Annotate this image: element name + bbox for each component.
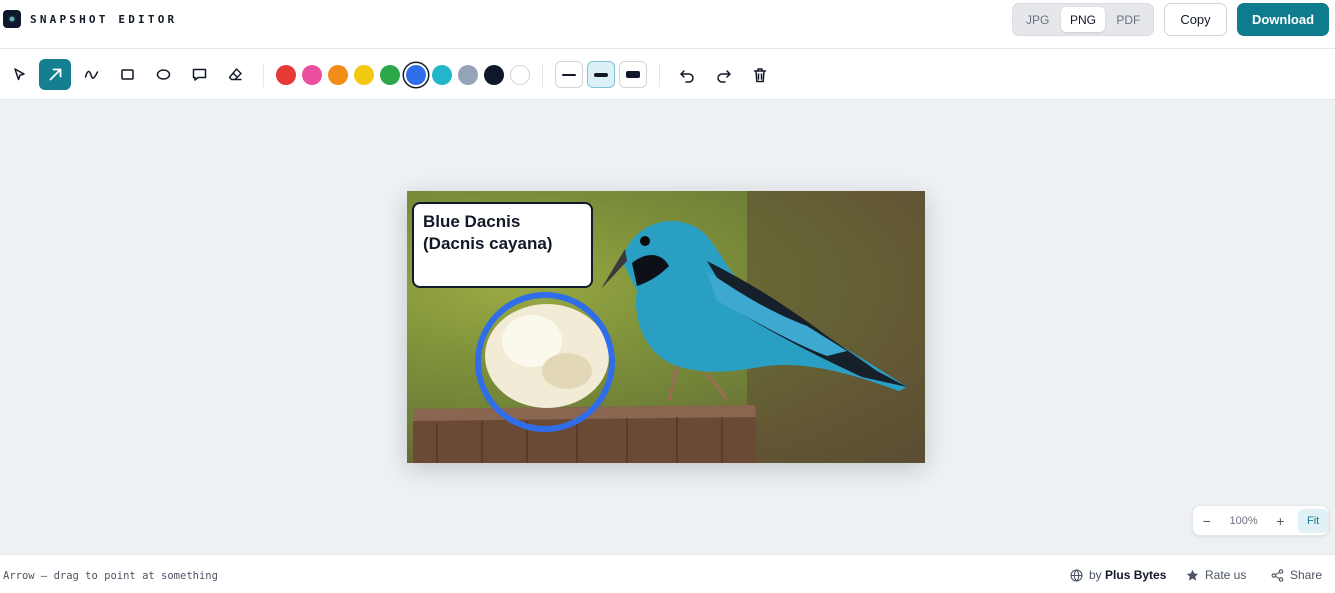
share-icon xyxy=(1271,568,1284,582)
app-title: SNAPSHOT EDITOR xyxy=(30,13,178,26)
stroke-medium-icon xyxy=(594,72,608,77)
zoom-level: 100% xyxy=(1229,514,1258,527)
toolbar-divider xyxy=(659,63,660,87)
ellipse-icon xyxy=(156,69,170,80)
stroke-thick-button[interactable] xyxy=(619,61,647,88)
star-icon xyxy=(1186,569,1199,581)
stroke-medium-button[interactable] xyxy=(587,61,615,88)
rate-us-label: Rate us xyxy=(1205,568,1247,582)
toolbar-divider xyxy=(263,63,264,87)
cursor-icon xyxy=(13,68,25,81)
zoom-out-button[interactable]: − xyxy=(1193,506,1221,535)
stroke-thin-button[interactable] xyxy=(555,61,583,88)
trash-icon xyxy=(753,68,767,83)
format-pdf-button[interactable]: PDF xyxy=(1107,7,1150,32)
status-text: Arrow — drag to point at something xyxy=(3,570,218,582)
format-png-button[interactable]: PNG xyxy=(1061,7,1105,32)
freehand-icon xyxy=(84,70,98,79)
freehand-tool-button[interactable] xyxy=(75,59,107,90)
copy-button[interactable]: Copy xyxy=(1164,3,1227,36)
color-swatch-orange[interactable] xyxy=(328,65,348,85)
arrow-icon xyxy=(49,68,61,81)
status-bar: Arrow — drag to point at something by Pl… xyxy=(0,554,1335,593)
format-jpg-button[interactable]: JPG xyxy=(1016,7,1059,32)
arrow-tool-button[interactable] xyxy=(39,59,71,90)
rectangle-icon xyxy=(120,69,134,80)
color-swatch-teal[interactable] xyxy=(432,65,452,85)
redo-button[interactable] xyxy=(712,63,736,87)
select-tool-button[interactable] xyxy=(3,59,35,90)
toolbar-divider xyxy=(542,63,543,87)
rate-us-link[interactable]: Rate us xyxy=(1186,568,1246,582)
stroke-thin-icon xyxy=(562,73,576,76)
color-swatch-white[interactable] xyxy=(510,65,530,85)
delete-button[interactable] xyxy=(748,63,772,87)
globe-icon xyxy=(1070,568,1083,582)
color-swatch-blue[interactable] xyxy=(406,65,426,85)
eraser-icon xyxy=(228,68,242,81)
color-swatch-yellow[interactable] xyxy=(354,65,374,85)
tool-bar xyxy=(0,49,1335,100)
undo-icon xyxy=(680,70,694,83)
undo-button[interactable] xyxy=(675,63,699,87)
color-swatch-black[interactable] xyxy=(484,65,504,85)
callout-annotation[interactable]: Blue Dacnis (Dacnis cayana) xyxy=(412,202,593,288)
download-button[interactable]: Download xyxy=(1237,3,1329,36)
plus-bytes-link[interactable]: by Plus Bytes xyxy=(1070,568,1166,582)
by-prefix: by xyxy=(1089,568,1102,582)
canvas-area[interactable]: − 100% + Fit xyxy=(0,100,1335,554)
stroke-thick-icon xyxy=(626,71,640,78)
redo-icon xyxy=(717,70,731,83)
format-selector: JPG PNG PDF xyxy=(1012,3,1154,36)
color-swatch-red[interactable] xyxy=(276,65,296,85)
rectangle-tool-button[interactable] xyxy=(111,59,143,90)
top-bar: SNAPSHOT EDITOR JPG PNG PDF Copy Downloa… xyxy=(0,0,1335,49)
eraser-tool-button[interactable] xyxy=(219,59,251,90)
ellipse-tool-button[interactable] xyxy=(147,59,179,90)
share-link[interactable]: Share xyxy=(1271,568,1322,582)
color-swatch-green[interactable] xyxy=(380,65,400,85)
share-label: Share xyxy=(1290,568,1323,582)
by-name: Plus Bytes xyxy=(1105,568,1167,582)
color-swatch-pink[interactable] xyxy=(302,65,322,85)
zoom-control: − 100% + Fit xyxy=(1192,505,1329,536)
callout-tool-button[interactable] xyxy=(183,59,215,90)
zoom-fit-button[interactable]: Fit xyxy=(1298,508,1328,533)
color-swatch-gray[interactable] xyxy=(458,65,478,85)
zoom-in-button[interactable]: + xyxy=(1266,506,1294,535)
speech-bubble-icon xyxy=(192,68,206,81)
app-logo-icon xyxy=(3,10,21,28)
